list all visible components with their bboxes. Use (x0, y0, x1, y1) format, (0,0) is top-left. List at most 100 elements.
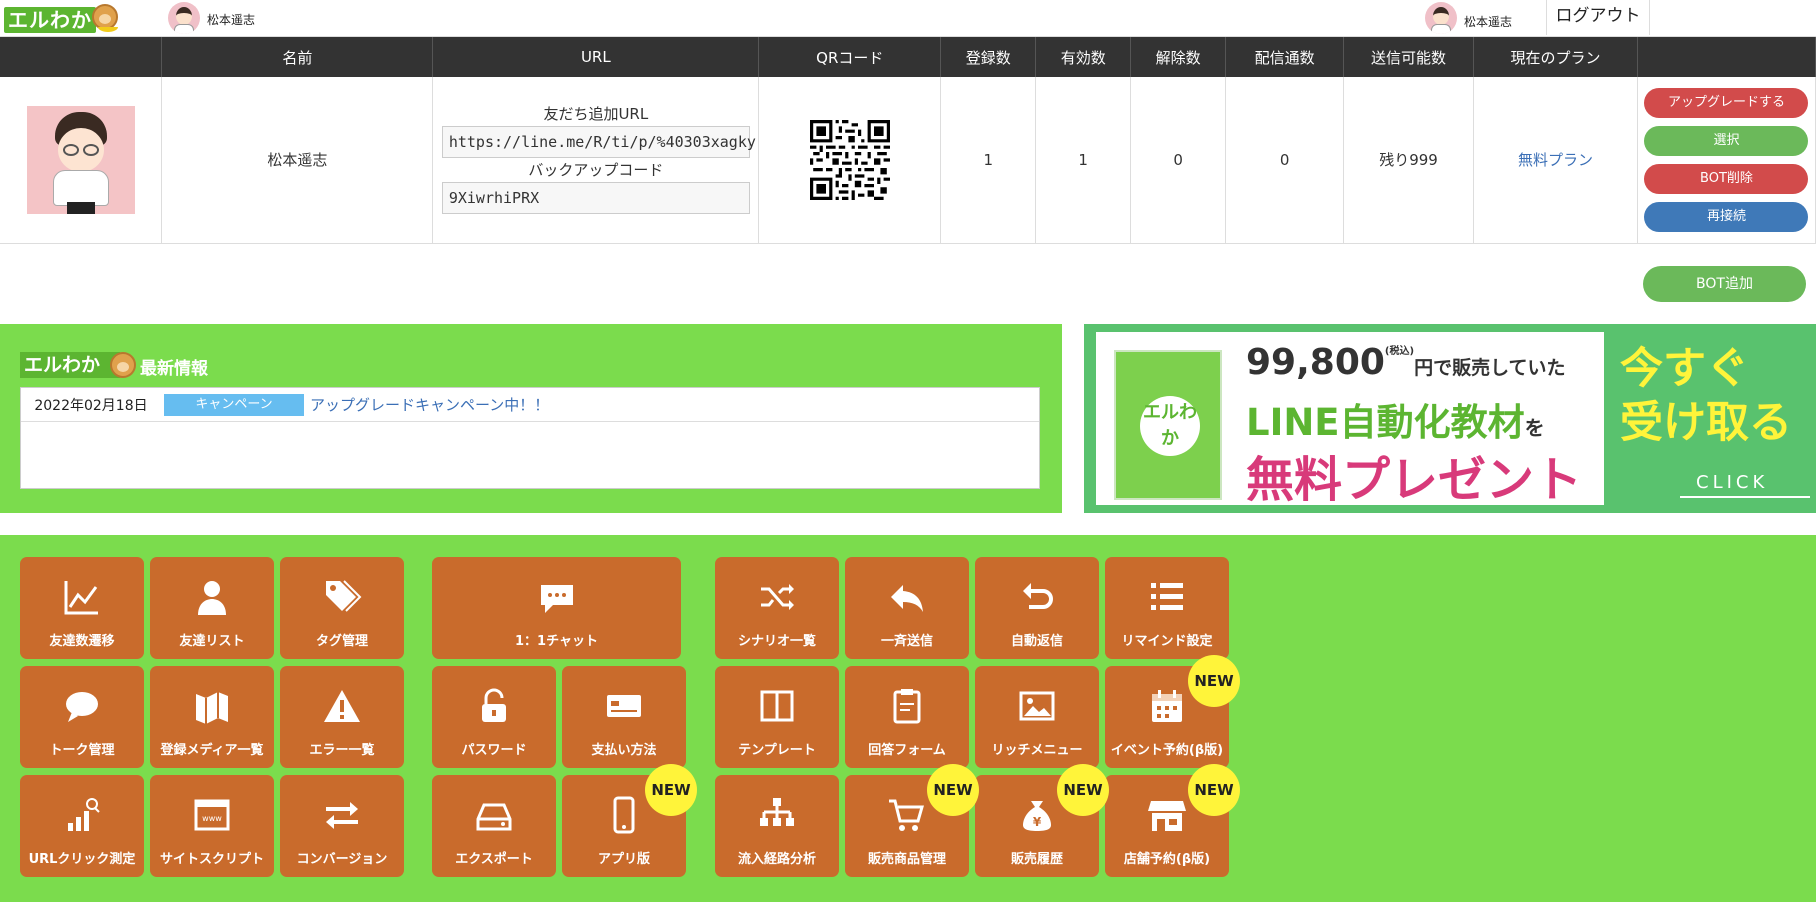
browser-icon: www (194, 799, 230, 831)
list-item[interactable]: 2022年02月18日 キャンペーン アップグレードキャンペーン中！！ (21, 388, 1039, 422)
tile-password[interactable]: パスワード (432, 666, 556, 768)
reconnect-button[interactable]: 再接続 (1644, 201, 1809, 232)
monkey-icon (110, 352, 136, 378)
tile-inflow-analysis[interactable]: 流入経路分析 (715, 775, 839, 877)
tile-label: トーク管理 (49, 743, 115, 758)
calendar-icon (1152, 690, 1182, 722)
plan-link[interactable]: 無料プラン (1518, 151, 1593, 169)
app-logo[interactable]: エルわか (4, 4, 120, 34)
header-qr: QRコード (758, 37, 942, 77)
news-list: 2022年02月18日 キャンペーン アップグレードキャンペーン中！！ (20, 387, 1040, 489)
tile-friend-trend[interactable]: 友達数遷移 (20, 557, 144, 659)
tile-label: 販売商品管理 (867, 852, 946, 867)
tile-label: リマインド設定 (1121, 634, 1213, 649)
tile-template[interactable]: テンプレート (715, 666, 839, 768)
new-badge: NEW (645, 764, 697, 816)
tile-label: 支払い方法 (591, 743, 657, 758)
avatar[interactable] (168, 2, 200, 34)
tile-label: 一斉送信 (880, 634, 933, 649)
tile-label: エラー一覧 (309, 743, 375, 758)
tile-label: パスワード (461, 743, 527, 758)
friend-url-field[interactable]: https://line.me/R/ti/p/%40303xagky (441, 125, 756, 158)
news-date: 2022年02月18日 (34, 397, 148, 414)
tile-answer-form[interactable]: 回答フォーム (845, 666, 969, 768)
tags-icon (326, 580, 362, 612)
avatar[interactable] (1425, 2, 1457, 34)
sitemap-icon (760, 798, 794, 826)
tile-payment-method[interactable]: 支払い方法 (562, 666, 686, 768)
tile-label: URLクリック測定 (28, 852, 136, 867)
promo-headline: 無料プレゼント (1246, 452, 1583, 508)
tile-broadcast[interactable]: 一斉送信 (845, 557, 969, 659)
bot-name: 松本遥志 (161, 77, 434, 244)
add-bot-button[interactable]: BOT追加 (1643, 266, 1806, 302)
shuffle-icon (761, 584, 794, 610)
tile-conversion[interactable]: コンバージョン (280, 775, 404, 877)
promo-cta[interactable]: 今すぐ 受け取る (1620, 342, 1810, 450)
valid-count: 1 (1035, 77, 1132, 244)
upgrade-button[interactable]: アップグレードする (1644, 87, 1809, 118)
tile-talk-management[interactable]: トーク管理 (20, 666, 144, 768)
new-badge: NEW (1057, 764, 1109, 816)
tile-friend-list[interactable]: 友達リスト (150, 557, 274, 659)
tile-site-script[interactable]: www サイトスクリプト (150, 775, 274, 877)
svg-text:¥: ¥ (1033, 815, 1042, 829)
promo-price: 99,800 (1246, 342, 1385, 383)
promo-click[interactable]: CLICK (1679, 472, 1811, 498)
map-icon (196, 692, 228, 724)
tile-scenario-list[interactable]: シナリオ一覧 (715, 557, 839, 659)
logout-button[interactable]: ログアウト (1546, 0, 1650, 35)
tile-label: 友達数遷移 (49, 634, 115, 649)
tile-export[interactable]: エクスポート (432, 775, 556, 877)
top-username-right: 松本遥志 (1464, 15, 1513, 29)
header-actions (1637, 37, 1816, 77)
logo-text: エルわか (4, 7, 96, 33)
backup-code-field[interactable]: 9XiwrhiPRX (441, 181, 750, 214)
promo-tax: (税込) (1384, 346, 1415, 357)
hdd-icon (476, 803, 512, 831)
tile-media-list[interactable]: 登録メディア一覧 (150, 666, 274, 768)
table-header-row: 名前 URL QRコード 登録数 有効数 解除数 配信通数 送信可能数 現在のプ… (0, 37, 1816, 77)
tile-tag-management[interactable]: タグ管理 (280, 557, 404, 659)
store-icon (1148, 801, 1186, 831)
columns-icon (760, 690, 794, 722)
promo-particle: を (1524, 416, 1545, 440)
image-icon (1019, 691, 1055, 721)
url-cell: 友だち追加URL https://line.me/R/ti/p/%40303xa… (432, 77, 760, 244)
tile-one-to-one-chat[interactable]: 1：1チャット (432, 557, 681, 659)
promo-price-suffix: 円で販売していた (1414, 357, 1566, 379)
tile-rich-menu[interactable]: リッチメニュー (975, 666, 1099, 768)
header-cancelled: 解除数 (1130, 37, 1227, 77)
tile-label: リッチメニュー (991, 743, 1083, 758)
delete-bot-button[interactable]: BOT削除 (1644, 163, 1809, 194)
qr-cell (758, 77, 942, 244)
cart-icon (889, 799, 924, 831)
exchange-icon (326, 802, 358, 829)
promo-content: エルわか 99,800(税込)円で販売していた LINE自動化教材を 無料プレゼ… (1096, 332, 1604, 508)
product-box-title: エルわか (1140, 396, 1200, 456)
tile-url-click[interactable]: URLクリック測定 (20, 775, 144, 877)
promo-banner[interactable]: エルわか 99,800(税込)円で販売していた LINE自動化教材を 無料プレゼ… (1084, 324, 1816, 513)
comment-icon (66, 692, 98, 722)
user-icon (198, 581, 226, 615)
new-badge: NEW (1188, 764, 1240, 816)
news-tag: キャンペーン (164, 393, 304, 416)
tile-label: イベント予約(β版) (1110, 743, 1224, 758)
tile-auto-reply[interactable]: 自動返信 (975, 557, 1099, 659)
banana-icon (98, 22, 118, 32)
delivered-count: 0 (1225, 77, 1345, 244)
qr-code-icon[interactable] (809, 119, 890, 200)
promo-cta-line2: 受け取る (1620, 398, 1792, 448)
money-bag-icon: ¥ (1023, 801, 1051, 831)
unlock-icon (482, 688, 506, 722)
tile-label: 流入経路分析 (737, 852, 816, 867)
tile-reminder-settings[interactable]: リマインド設定 (1105, 557, 1229, 659)
undo-icon (1023, 583, 1053, 609)
line-chart-icon (64, 581, 98, 615)
mobile-icon (613, 796, 635, 834)
tile-label: 店舗予約(β版) (1123, 852, 1211, 867)
news-title: 最新情報 (140, 359, 208, 379)
tile-error-list[interactable]: エラー一覧 (280, 666, 404, 768)
select-button[interactable]: 選択 (1644, 125, 1809, 156)
news-link[interactable]: アップグレードキャンペーン中！！ (310, 394, 549, 415)
